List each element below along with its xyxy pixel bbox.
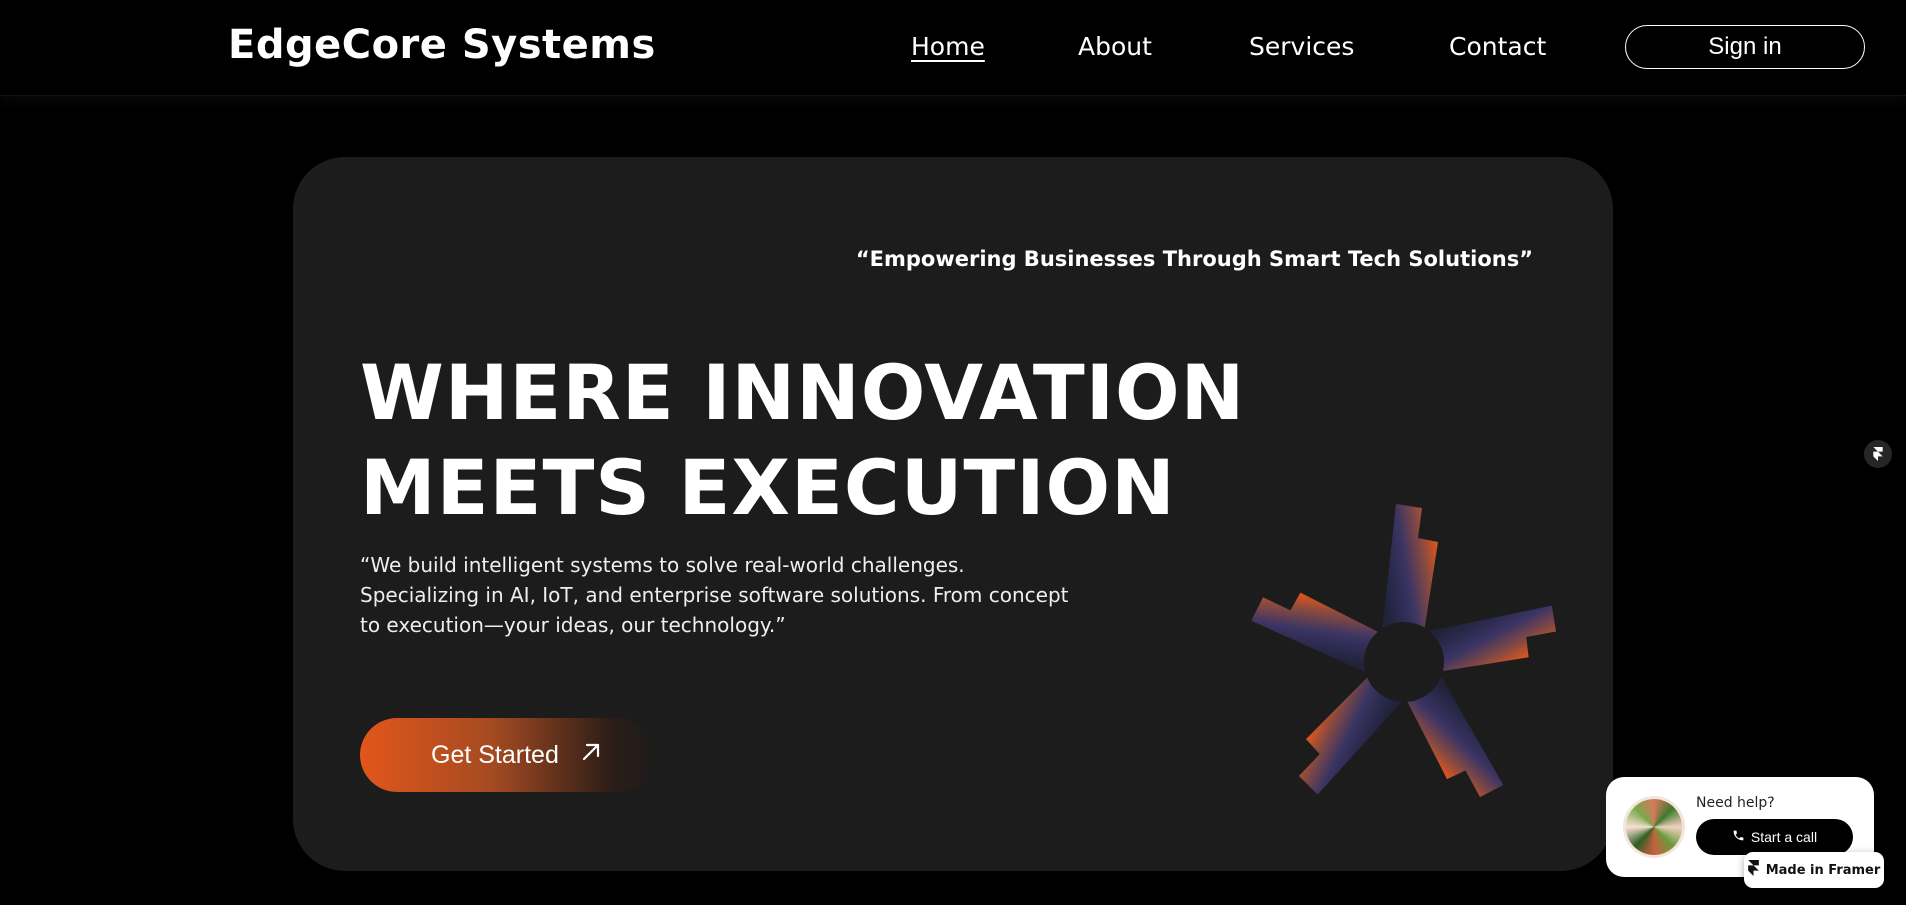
abstract-star-graphic [1251,504,1557,798]
start-call-label: Start a call [1750,829,1818,845]
support-avatar [1626,799,1682,855]
headline-line-2: MEETS EXECUTION [360,443,1176,532]
framer-icon [1747,860,1759,880]
start-call-button[interactable]: Start a call [1696,819,1853,855]
star-arm [1382,504,1438,632]
sign-in-button[interactable]: Sign in [1625,25,1865,69]
site-header: EdgeCore Systems Home About Services Con… [0,0,1906,96]
framer-side-icon[interactable] [1864,440,1892,468]
brand-logo[interactable]: EdgeCore Systems [228,22,656,68]
hero-tagline: “Empowering Businesses Through Smart Tec… [855,247,1533,271]
nav-services[interactable]: Services [1249,32,1354,61]
nav-home[interactable]: Home [911,32,985,61]
help-title: Need help? [1696,795,1775,811]
nav-contact[interactable]: Contact [1449,32,1546,61]
hero-card: “Empowering Businesses Through Smart Tec… [293,157,1613,871]
made-in-framer-badge[interactable]: Made in Framer [1744,852,1884,888]
arrow-up-right-icon [579,740,603,771]
get-started-button[interactable]: Get Started [360,718,656,792]
headline-line-1: WHERE INNOVATION [360,348,1246,437]
framer-badge-label: Made in Framer [1765,862,1881,878]
hero-headline: WHERE INNOVATION MEETS EXECUTION [360,345,1245,535]
hero-description: “We build intelligent systems to solve r… [360,553,1069,637]
get-started-label: Get Started [431,740,559,769]
nav-about[interactable]: About [1078,32,1152,61]
phone-icon [1732,829,1745,845]
